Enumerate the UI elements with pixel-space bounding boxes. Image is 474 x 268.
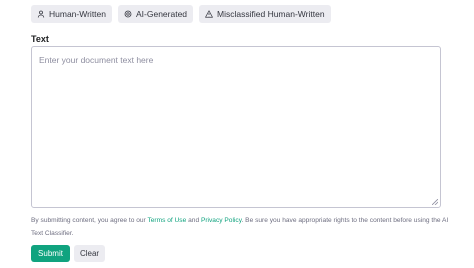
terms-of-use-link[interactable]: Terms of Use (147, 217, 186, 224)
tab-misclassified-human-written[interactable]: Misclassified Human-Written (199, 5, 331, 23)
resize-handle-icon[interactable] (432, 199, 438, 205)
tab-human-written[interactable]: Human-Written (31, 5, 112, 23)
text-label: Text (31, 34, 49, 44)
submit-button[interactable]: Submit (31, 245, 70, 262)
openai-logo-icon (124, 10, 132, 18)
tab-ai-generated-label: AI-Generated (136, 9, 188, 19)
submission-disclaimer: By submitting content, you agree to our … (31, 214, 449, 240)
example-tabs: Human-Written AI-Generated Misclassified… (31, 5, 331, 23)
warning-triangle-icon (205, 10, 213, 18)
privacy-policy-link[interactable]: Privacy Policy (201, 217, 242, 224)
document-textarea[interactable] (32, 47, 440, 207)
clear-button[interactable]: Clear (74, 245, 105, 262)
document-text-box (31, 46, 441, 208)
tab-human-written-label: Human-Written (49, 9, 106, 19)
tab-misclassified-label: Misclassified Human-Written (217, 9, 325, 19)
disclaimer-prefix: By submitting content, you agree to our (31, 217, 148, 224)
person-icon (37, 10, 45, 18)
disclaimer-and: and (186, 217, 201, 224)
tab-ai-generated[interactable]: AI-Generated (118, 5, 194, 23)
